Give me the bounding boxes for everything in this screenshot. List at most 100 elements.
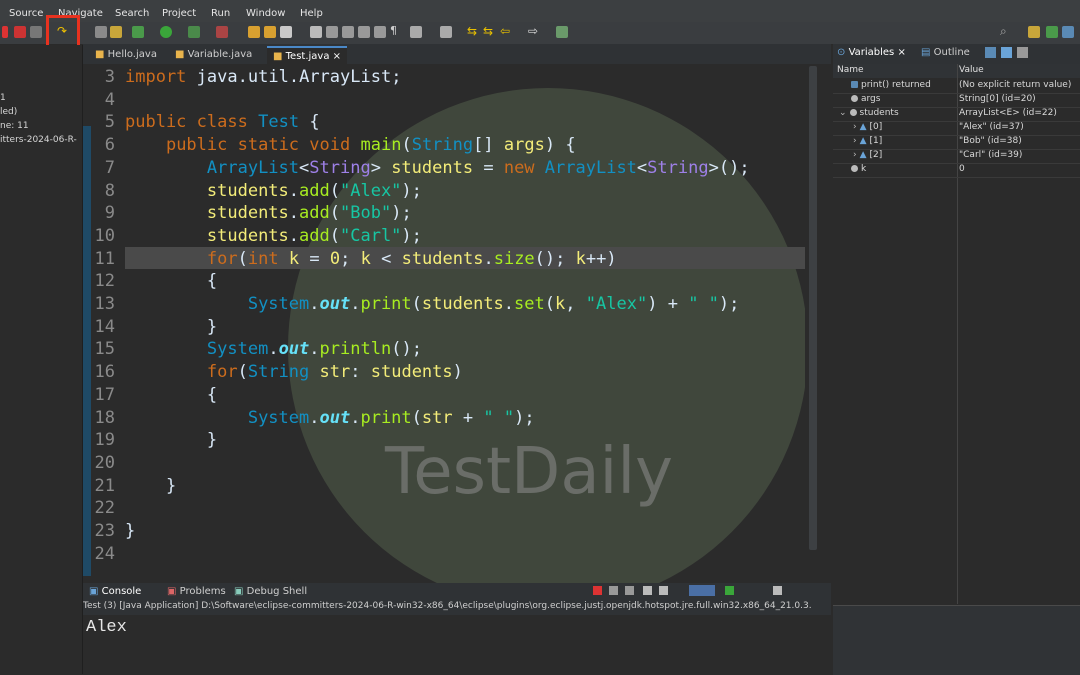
run-icon[interactable] — [160, 26, 172, 38]
variable-row[interactable]: › ▲ [1] "Bob" (id=38) — [833, 135, 1080, 150]
variable-row[interactable]: k 0 — [833, 163, 1080, 178]
menu-window[interactable]: Window — [246, 8, 285, 19]
tab-console[interactable]: ▣ Console — [89, 586, 141, 597]
tab-outline[interactable]: ▤ Outline — [921, 47, 970, 58]
step-return-icon[interactable] — [95, 26, 107, 38]
back-icon[interactable]: ⇦ — [500, 24, 512, 38]
tab-hello-java[interactable]: ■ Hello.java — [89, 46, 163, 64]
forward-icon[interactable]: ⇨ — [528, 24, 540, 38]
code-line[interactable]: 5 public class Test { — [83, 111, 803, 133]
column-value[interactable]: Value — [959, 65, 984, 75]
open-type-icon[interactable] — [342, 26, 354, 38]
code-line[interactable]: 14 } — [83, 316, 803, 338]
prev-annotation-icon[interactable]: ⇆ — [467, 24, 479, 38]
show-type-names-icon[interactable] — [1001, 47, 1012, 58]
chevron-down-icon[interactable]: ⌄ — [839, 108, 847, 118]
code-line[interactable]: 3 import java.util.ArrayList; — [83, 66, 803, 88]
pen-icon[interactable] — [326, 26, 338, 38]
code-line[interactable]: 19 } — [83, 429, 803, 451]
chevron-right-icon[interactable]: › — [853, 136, 857, 146]
search-icon[interactable] — [310, 26, 322, 38]
java-perspective-icon[interactable] — [1028, 26, 1040, 38]
new-package-icon[interactable] — [248, 26, 260, 38]
tab-debug-shell[interactable]: ▣ Debug Shell — [234, 586, 307, 597]
scroll-lock-icon[interactable] — [659, 586, 668, 595]
close-icon[interactable]: × — [333, 51, 341, 62]
code-line[interactable]: 10 students.add("Carl"); — [83, 225, 803, 247]
code-line[interactable]: 4 — [83, 89, 803, 111]
show-whitespace-icon[interactable]: ¶ — [390, 24, 402, 37]
tab-variable-java[interactable]: ■ Variable.java — [169, 46, 258, 64]
local-variable-icon — [851, 165, 858, 172]
variable-row[interactable]: args String[0] (id=20) — [833, 93, 1080, 108]
chevron-right-icon[interactable]: › — [853, 150, 857, 160]
code-line[interactable]: 11 for(int k = 0; k < students.size(); k… — [83, 248, 803, 270]
external-tools-icon[interactable] — [216, 26, 228, 38]
return-value-icon — [851, 81, 858, 88]
remove-all-icon[interactable] — [625, 586, 634, 595]
menu-source[interactable]: Source — [9, 8, 43, 19]
code-line[interactable]: 16 for(String str: students) — [83, 361, 803, 383]
annotation-nav-icon[interactable] — [440, 26, 452, 38]
view-menu-icon[interactable] — [1017, 47, 1028, 58]
code-line[interactable]: 22 — [83, 497, 803, 519]
clear-console-icon[interactable] — [643, 586, 652, 595]
disconnect-icon[interactable] — [30, 26, 42, 38]
next-annotation-icon[interactable]: ⇆ — [483, 24, 495, 38]
chevron-right-icon[interactable]: › — [853, 122, 857, 132]
code-line[interactable]: 7 ArrayList<String> students = new Array… — [83, 157, 803, 179]
line-number: 10 — [94, 225, 115, 246]
column-name[interactable]: Name — [837, 65, 864, 75]
task-icon[interactable] — [358, 26, 370, 38]
console-body[interactable] — [83, 615, 831, 674]
tab-test-java[interactable]: ■ Test.java × — [267, 46, 348, 66]
code-lines: 3 import java.util.ArrayList; 4 5 public cla… — [83, 66, 805, 576]
variable-detail-pane[interactable] — [833, 605, 1080, 675]
code-line[interactable]: 9 students.add("Bob"); — [83, 202, 803, 224]
variable-row[interactable]: › ▲ [0] "Alex" (id=37) — [833, 121, 1080, 136]
code-line[interactable]: 18 System.out.print(str + " "); — [83, 407, 803, 429]
menu-help[interactable]: Help — [300, 8, 323, 19]
code-line[interactable]: 13 System.out.print(students.set(k, "Ale… — [83, 293, 803, 315]
debug-icon[interactable] — [132, 26, 144, 38]
pin-editor-icon[interactable] — [556, 26, 568, 38]
pin-console-icon[interactable] — [725, 586, 734, 595]
terminate-console-icon[interactable] — [593, 586, 602, 595]
variable-row[interactable]: › ▲ [2] "Carl" (id=39) — [833, 149, 1080, 164]
collapse-all-icon[interactable] — [985, 47, 996, 58]
line-number: 24 — [94, 543, 115, 564]
remove-launch-icon[interactable] — [609, 586, 618, 595]
new-class-icon[interactable] — [264, 26, 276, 38]
code-line[interactable]: 12 { — [83, 270, 803, 292]
code-line[interactable]: 21 } — [83, 475, 803, 497]
stop-icon[interactable] — [14, 26, 26, 38]
search-icon-right[interactable]: ⌕ — [1000, 24, 1012, 38]
debug-perspective-icon[interactable] — [1046, 26, 1058, 38]
line-number: 21 — [94, 475, 115, 496]
code-line[interactable]: 23} — [83, 520, 803, 542]
block-selection-icon[interactable] — [374, 26, 386, 38]
variable-row[interactable]: print() returned (No explicit return val… — [833, 79, 1080, 94]
code-line[interactable]: 8 students.add("Alex"); — [83, 180, 803, 202]
variable-row[interactable]: ⌄ students ArrayList<E> (id=22) — [833, 107, 1080, 122]
tab-variables[interactable]: ⊙ Variables × — [837, 47, 906, 58]
code-line[interactable]: 17 { — [83, 384, 803, 406]
menu-run[interactable]: Run — [211, 8, 230, 19]
terminate-icon[interactable] — [2, 26, 8, 38]
menu-search[interactable]: Search — [115, 8, 149, 19]
line-number: 17 — [94, 384, 115, 405]
code-line[interactable]: 15 System.out.println(); — [83, 338, 803, 360]
coverage-icon[interactable] — [188, 26, 200, 38]
gear-icon[interactable] — [1062, 26, 1074, 38]
menu-project[interactable]: Project — [162, 8, 196, 19]
code-line[interactable]: 6 public static void main(String[] args)… — [83, 134, 803, 156]
code-line[interactable]: 20 — [83, 452, 803, 474]
word-wrap-icon[interactable] — [689, 585, 715, 596]
toggle-mark-icon[interactable] — [410, 26, 422, 38]
editor-scrollbar-thumb[interactable] — [809, 66, 817, 550]
code-line[interactable]: 24 — [83, 543, 803, 565]
tab-problems[interactable]: ▣ Problems — [167, 586, 226, 597]
brush-icon[interactable] — [280, 26, 292, 38]
use-step-filters-icon[interactable] — [110, 26, 122, 38]
new-console-icon[interactable] — [773, 586, 782, 595]
